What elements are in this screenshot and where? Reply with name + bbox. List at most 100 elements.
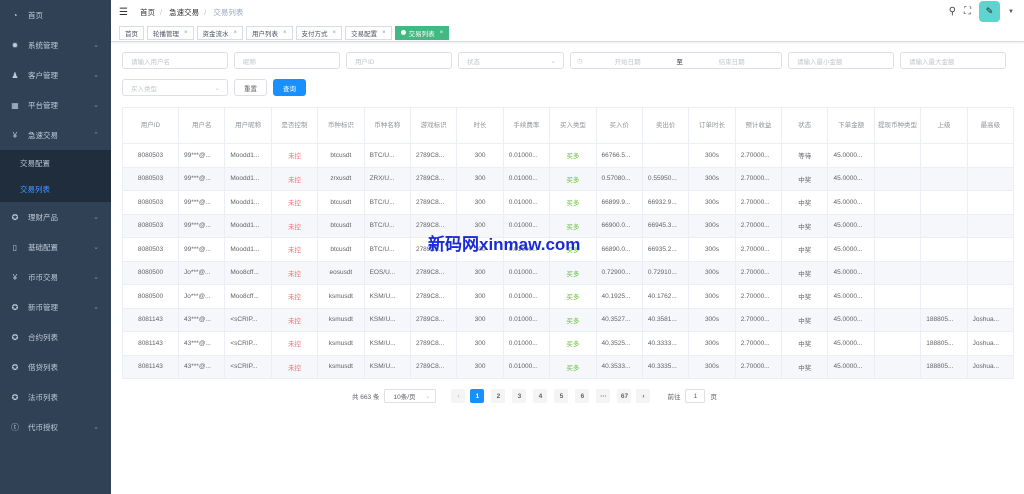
table-cell: 300s bbox=[688, 354, 736, 379]
table-cell: Joshua... bbox=[966, 354, 1015, 379]
table-cell: 买多 bbox=[549, 331, 597, 356]
max-amount-input[interactable]: 请输入最大金额 bbox=[900, 52, 1006, 69]
page-button[interactable]: 67 bbox=[617, 389, 632, 403]
close-icon[interactable]: × bbox=[440, 30, 444, 36]
dashboard-icon: ◔ bbox=[12, 10, 18, 20]
username-input[interactable]: 请输入用户名 bbox=[122, 52, 228, 69]
table-cell: Moodd1... bbox=[224, 237, 272, 262]
table-cell: 中奖 bbox=[781, 354, 829, 379]
tab-tag[interactable]: 交易列表 × bbox=[394, 25, 450, 40]
min-amount-input[interactable]: 请输入最小金额 bbox=[788, 52, 894, 69]
tab-tag[interactable]: 资金流水 × bbox=[196, 25, 244, 40]
table-cell: 188805... bbox=[920, 331, 968, 356]
page-button[interactable]: 5 bbox=[554, 389, 569, 403]
tab-tag[interactable]: 支付方式 × bbox=[295, 25, 343, 40]
table-row[interactable]: 8081143 43***@... <sCRIP... 未控 ksmusdt KSM/U.… bbox=[122, 307, 1015, 332]
table-cell: 未控 bbox=[270, 260, 319, 285]
table-row[interactable]: 8080503 99***@... Moodd1... 未控 btcusdt BTC/U.… bbox=[122, 143, 1015, 168]
table-cell: 66890.0... bbox=[595, 237, 643, 262]
date-separator: 至 bbox=[676, 58, 683, 66]
table-cell: 300s bbox=[688, 260, 736, 285]
sidebar-item[interactable]: ✪ 新币管理 ⌄ bbox=[0, 292, 111, 322]
sidebar-item[interactable]: ✪ 法币列表 bbox=[0, 382, 111, 412]
sidebar-item[interactable]: ✪ 理财产品 ⌄ bbox=[0, 202, 111, 232]
table-cell bbox=[873, 190, 922, 215]
sidebar-item[interactable]: ♟ 客户管理 ⌄ bbox=[0, 60, 111, 90]
table-cell: 8081143 bbox=[122, 354, 179, 379]
sidebar-item[interactable]: ✪ 合约列表 bbox=[0, 322, 111, 352]
table-cell: 66935.2... bbox=[641, 237, 690, 262]
page-button[interactable]: 4 bbox=[533, 389, 548, 403]
close-icon[interactable]: × bbox=[382, 30, 386, 36]
sidebar-item[interactable]: ▦ 平台管理 ⌄ bbox=[0, 90, 111, 120]
reset-button[interactable]: 重置 bbox=[234, 79, 267, 96]
sidebar-item-label: 借贷列表 bbox=[28, 362, 58, 372]
table-row[interactable]: 8081143 43***@... <sCRIP... 未控 ksmusdt KSM/U.… bbox=[122, 331, 1015, 356]
table-cell: 43***@... bbox=[177, 354, 226, 379]
column-header: 上级 bbox=[920, 107, 968, 144]
table-row[interactable]: 8080503 99***@... Moodd1... 未控 zrxusdt ZRX/U.… bbox=[122, 166, 1015, 191]
table-row[interactable]: 8080500 Jo***@... Moo8cff... 未控 eosusdt EOS/U… bbox=[122, 260, 1015, 285]
end-date[interactable]: 结束日期 bbox=[687, 56, 777, 66]
table-cell: 300s bbox=[688, 307, 736, 332]
sidebar-item[interactable]: ⓣ 代币授权 ⌄ bbox=[0, 412, 111, 442]
sidebar-item[interactable]: ¥ 币币交易 ⌄ bbox=[0, 262, 111, 292]
prev-page-button[interactable]: ‹ bbox=[451, 389, 466, 403]
table-row[interactable]: 8080500 Jo***@... Moo8cff... 未控 ksmusdt KSM/U… bbox=[122, 284, 1015, 309]
table-cell: Jo***@... bbox=[177, 284, 226, 309]
column-header: 下单金额 bbox=[827, 107, 875, 144]
sidebar-subitem[interactable]: 交易列表 bbox=[0, 176, 111, 202]
start-date[interactable]: 开始日期 bbox=[583, 56, 673, 66]
table-row[interactable]: 8081143 43***@... <sCRIP... 未控 ksmusdt KSM/U.… bbox=[122, 354, 1015, 379]
search-button[interactable]: 查询 bbox=[273, 79, 306, 96]
table-cell bbox=[966, 143, 1015, 168]
fullscreen-icon[interactable]: ⛶ bbox=[964, 6, 971, 17]
sidebar: ◔ 首页 ✹ 系统管理 ⌄ ♟ 客户管理 ⌄ ▦ 平台管理 ⌄ ¥ 急速交易 ⌃ 交易配置 交易列表 ✪ 理财产品… bbox=[0, 0, 111, 494]
table-cell: 中奖 bbox=[781, 190, 829, 215]
watermark: 新码网xinmaw.com bbox=[428, 235, 581, 254]
tab-tag[interactable]: 轮播管理 × bbox=[147, 25, 194, 40]
goto-page-input[interactable]: 1 bbox=[685, 389, 706, 403]
breadcrumb-section[interactable]: 急速交易 bbox=[169, 8, 199, 17]
status-select[interactable]: 状态 ⌄ bbox=[458, 52, 564, 69]
date-range-picker[interactable]: ◷ 开始日期 至 结束日期 bbox=[570, 52, 782, 69]
userid-input[interactable]: 用户ID bbox=[346, 52, 452, 69]
sidebar-item[interactable]: ◔ 首页 bbox=[0, 0, 111, 30]
page-button[interactable]: 6 bbox=[575, 389, 590, 403]
page-size-select[interactable]: 10条/页 ⌄ bbox=[384, 389, 437, 403]
table-row[interactable]: 8080503 99***@... Moodd1... 未控 btcusdt BTC/U.… bbox=[122, 190, 1015, 215]
page-button[interactable]: 1 bbox=[470, 389, 485, 403]
close-icon[interactable]: × bbox=[283, 30, 287, 36]
close-icon[interactable]: × bbox=[184, 30, 188, 36]
table-cell: 2.70000... bbox=[734, 307, 783, 332]
hamburger-icon[interactable]: ☰ bbox=[119, 7, 128, 18]
tab-tag[interactable]: 首页 bbox=[119, 25, 144, 40]
nickname-input[interactable]: 昵称 bbox=[234, 52, 340, 69]
avatar[interactable]: ✎ bbox=[979, 1, 1001, 22]
table-cell: KSM/U... bbox=[363, 307, 411, 332]
table-cell: 未控 bbox=[270, 143, 319, 168]
page-button[interactable]: 2 bbox=[491, 389, 506, 403]
page-button[interactable]: ··· bbox=[596, 389, 611, 403]
breadcrumb-home[interactable]: 首页 bbox=[140, 8, 155, 17]
search-icon[interactable]: ⚲ bbox=[949, 6, 956, 17]
sidebar-item[interactable]: ¥ 急速交易 ⌃ bbox=[0, 120, 111, 150]
table-cell: KSM/U... bbox=[363, 354, 411, 379]
page-button[interactable]: 3 bbox=[512, 389, 527, 403]
tab-tag[interactable]: 用户列表 × bbox=[246, 25, 293, 40]
tag-label: 轮播管理 bbox=[153, 30, 179, 38]
sidebar-item[interactable]: ✪ 借贷列表 bbox=[0, 352, 111, 382]
caret-down-icon[interactable]: ▼ bbox=[1008, 9, 1014, 15]
table-cell: 45.0000... bbox=[827, 237, 875, 262]
close-icon[interactable]: × bbox=[234, 30, 238, 36]
page-size-value: 10条/页 bbox=[393, 394, 416, 401]
buy-type-select[interactable]: 买入类型 ⌄ bbox=[122, 79, 228, 96]
column-header: 状态 bbox=[781, 107, 829, 144]
sidebar-item[interactable]: ✹ 系统管理 ⌄ bbox=[0, 30, 111, 60]
tab-tag[interactable]: 交易配置 × bbox=[345, 25, 392, 40]
table-cell: 300 bbox=[456, 354, 504, 379]
sidebar-item[interactable]: ▯ 基础配置 ⌄ bbox=[0, 232, 111, 262]
sidebar-subitem[interactable]: 交易配置 bbox=[0, 150, 111, 176]
close-icon[interactable]: × bbox=[333, 30, 337, 36]
next-page-button[interactable]: › bbox=[636, 389, 651, 403]
